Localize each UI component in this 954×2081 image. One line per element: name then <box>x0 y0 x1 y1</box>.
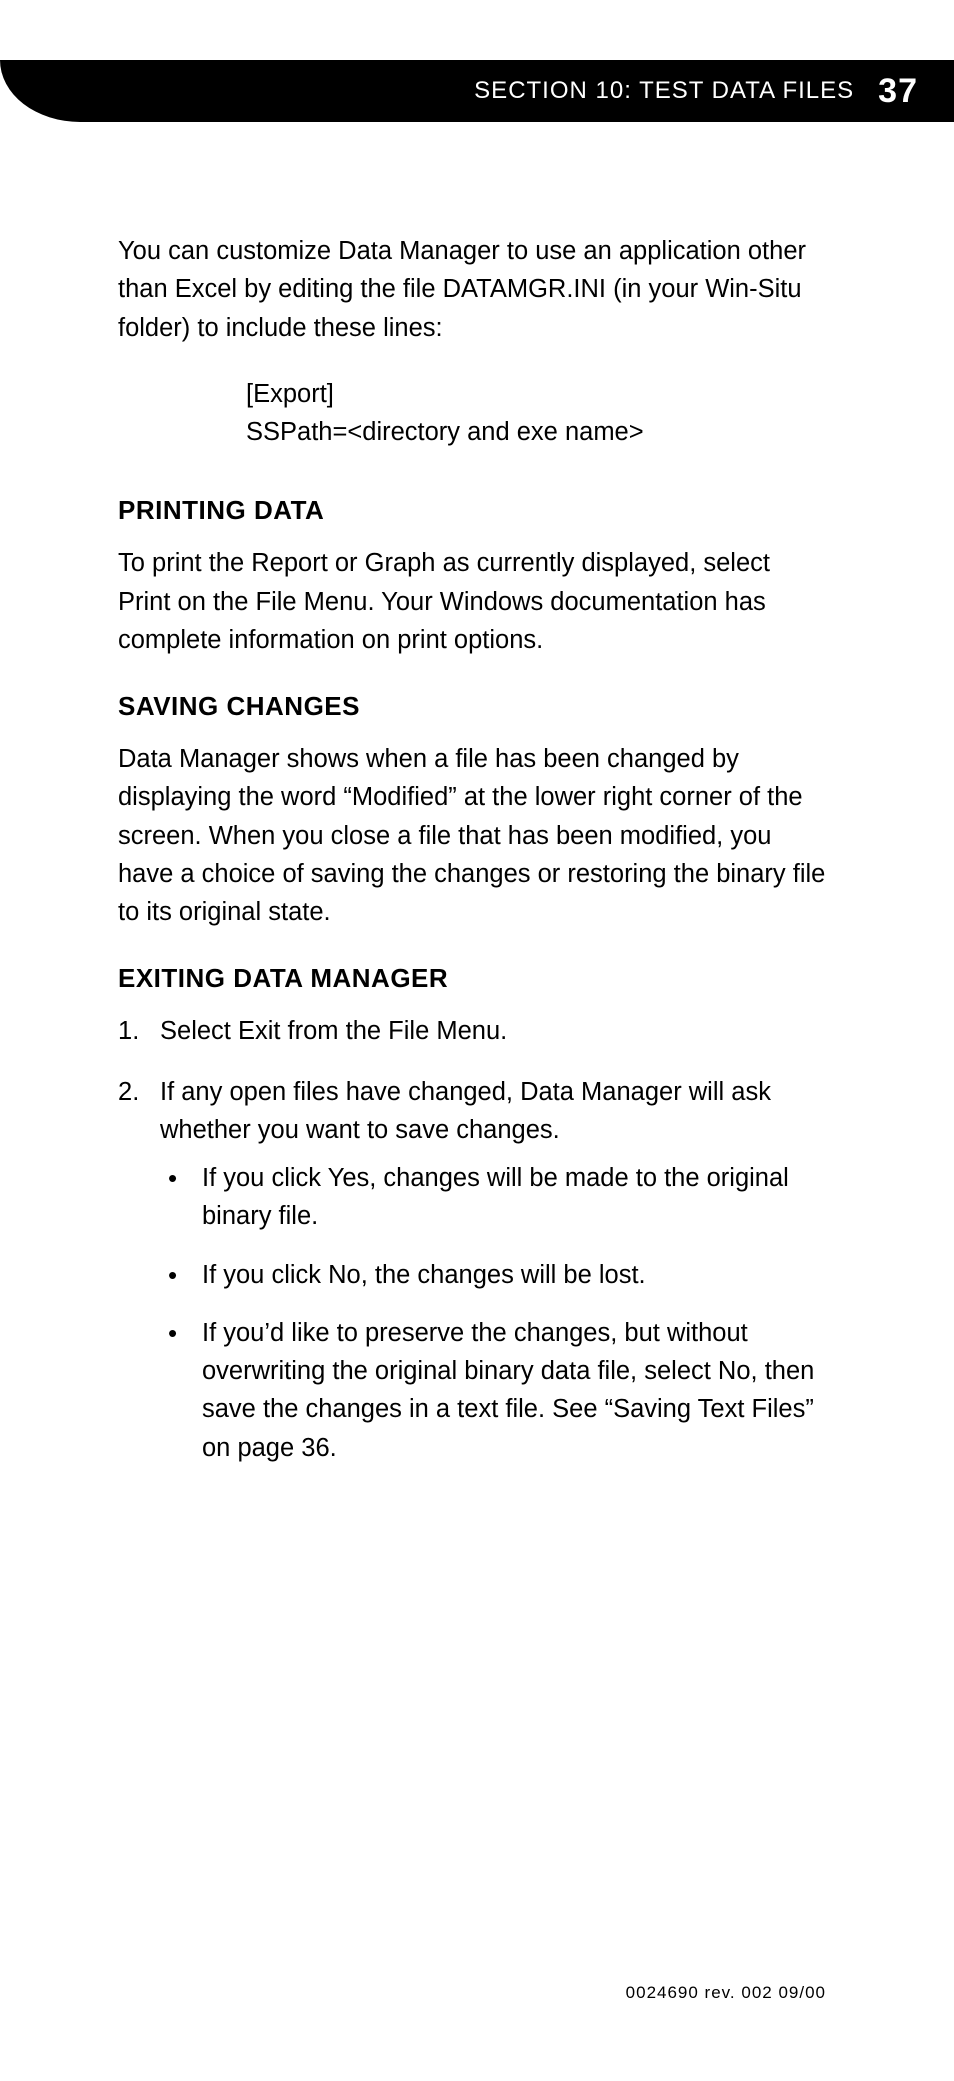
list-item: If you click No, the changes will be los… <box>160 1256 826 1294</box>
list-item-text: If you click No, the changes will be los… <box>202 1261 646 1289</box>
code-line: SSPath=<directory and exe name> <box>246 413 826 451</box>
heading-saving-changes: SAVING CHANGES <box>118 687 826 726</box>
list-item: Select Exit from the File Menu. <box>118 1012 826 1050</box>
page-header: SECTION 10: TEST DATA FILES 37 <box>0 60 954 122</box>
list-item-text: If you’d like to preserve the changes, b… <box>202 1319 814 1462</box>
list-item: If you click Yes, changes will be made t… <box>160 1159 826 1236</box>
list-item: If you’d like to preserve the changes, b… <box>160 1314 826 1467</box>
page-content: You can customize Data Manager to use an… <box>0 122 954 1467</box>
list-item-text: Select Exit from the File Menu. <box>160 1017 507 1045</box>
printing-paragraph: To print the Report or Graph as currentl… <box>118 544 826 659</box>
intro-paragraph: You can customize Data Manager to use an… <box>118 232 826 347</box>
heading-exiting-data-manager: EXITING DATA MANAGER <box>118 959 826 998</box>
code-line: [Export] <box>246 375 826 413</box>
list-item: If any open files have changed, Data Man… <box>118 1073 826 1467</box>
page: SECTION 10: TEST DATA FILES 37 You can c… <box>0 60 954 2081</box>
saving-paragraph: Data Manager shows when a file has been … <box>118 740 826 931</box>
page-footer: 0024690 rev. 002 09/00 <box>626 1983 826 2003</box>
heading-printing-data: PRINTING DATA <box>118 491 826 530</box>
list-item-text: If you click Yes, changes will be made t… <box>202 1164 789 1230</box>
list-item-text: If any open files have changed, Data Man… <box>160 1078 771 1144</box>
ini-code-block: [Export] SSPath=<directory and exe name> <box>246 375 826 452</box>
page-number: 37 <box>878 72 918 111</box>
section-label: SECTION 10: TEST DATA FILES <box>474 77 854 105</box>
exit-sub-bullets: If you click Yes, changes will be made t… <box>160 1159 826 1467</box>
exit-steps-list: Select Exit from the File Menu. If any o… <box>118 1012 826 1467</box>
